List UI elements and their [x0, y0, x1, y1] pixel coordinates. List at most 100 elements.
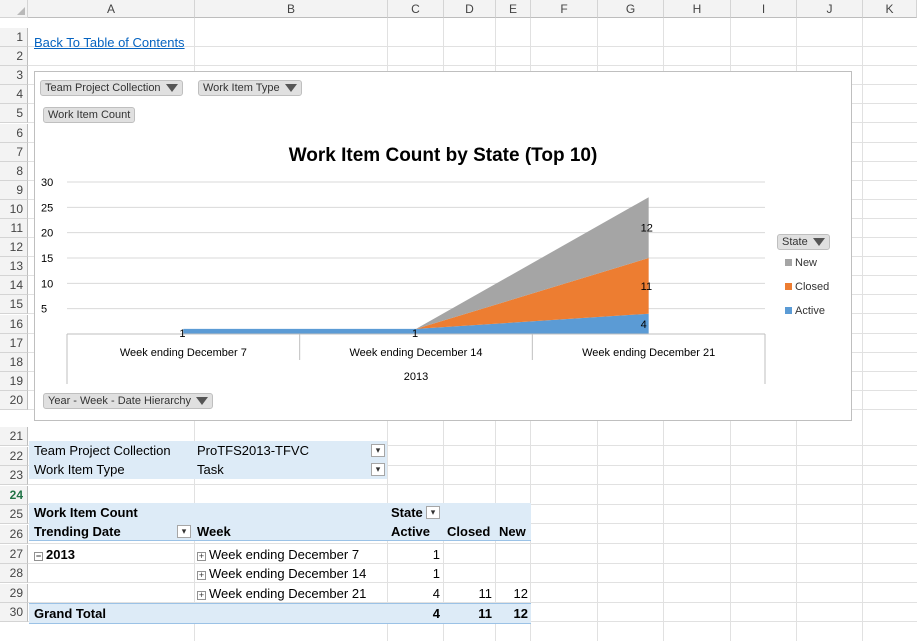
pivot-cell-closed: 11 — [478, 586, 493, 601]
column-header-b[interactable]: B — [195, 0, 388, 18]
row-header-17[interactable]: 17 — [0, 333, 28, 353]
pivot-trending-date-header: Trending Date — [34, 524, 121, 539]
y-tick-label: 10 — [41, 278, 53, 290]
y-tick-label: 15 — [41, 253, 53, 265]
legend-item-closed[interactable]: Closed — [785, 281, 829, 293]
row-header-30[interactable]: 30 — [0, 603, 28, 623]
pivot-week-header: Week — [197, 524, 231, 539]
pivot-year-row[interactable]: −2013 — [34, 545, 75, 564]
row-header-22[interactable]: 22 — [0, 446, 28, 466]
column-header-d[interactable]: D — [444, 0, 496, 18]
row-header-2[interactable]: 2 — [0, 47, 28, 67]
row-header-26[interactable]: 26 — [0, 525, 28, 544]
back-to-toc-link[interactable]: Back To Table of Contents — [34, 33, 185, 52]
row-header-15[interactable]: 15 — [0, 295, 28, 315]
filter-dropdown-work-item-type[interactable]: ▾ — [371, 463, 385, 476]
filter-label-team-project-collection: Team Project Collection — [34, 443, 171, 458]
column-header-g[interactable]: G — [598, 0, 664, 18]
pivot-col-closed: Closed — [447, 524, 491, 539]
pivot-year-label: 2013 — [46, 547, 75, 562]
grand-total-new: 12 — [513, 606, 528, 621]
pivot-chart[interactable]: Team Project Collection Work Item Type W… — [34, 71, 852, 421]
column-header-f[interactable]: F — [531, 0, 598, 18]
pivot-week-label: Week ending December 14 — [209, 566, 367, 581]
pivot-week-label: Week ending December 7 — [209, 547, 360, 562]
filter-value-work-item-type: Task — [197, 462, 224, 477]
row-header-21[interactable]: 21 — [0, 427, 28, 446]
filter-value-team-project-collection: ProTFS2013-TFVC — [197, 443, 309, 458]
row-header-12[interactable]: 12 — [0, 238, 28, 258]
pivot-cell-closed — [444, 564, 492, 583]
chart-plot-area: 30 25 20 15 10 5 Week ending December 7 Week en… — [41, 177, 766, 384]
row-header-5[interactable]: 5 — [0, 104, 28, 124]
column-header-i[interactable]: I — [731, 0, 797, 18]
row-header-24[interactable]: 24 — [0, 485, 28, 505]
y-tick-label: 25 — [41, 202, 53, 214]
column-header-j[interactable]: J — [797, 0, 863, 18]
x-category-label: Week ending December 7 — [120, 347, 247, 359]
row-header-4[interactable]: 4 — [0, 85, 28, 105]
column-header-c[interactable]: C — [388, 0, 444, 18]
x-group-label: 2013 — [404, 371, 428, 383]
expand-icon[interactable]: + — [197, 552, 206, 561]
row-header-9[interactable]: 9 — [0, 180, 28, 200]
row-header-14[interactable]: 14 — [0, 276, 28, 296]
field-button-label: State — [782, 236, 808, 248]
row-header-27[interactable]: 27 — [0, 544, 28, 564]
row-header-8[interactable]: 8 — [0, 161, 28, 181]
legend-label: New — [795, 257, 818, 269]
row-header-20[interactable]: 20 — [0, 390, 28, 410]
filter-dropdown-team-project-collection[interactable]: ▾ — [371, 444, 385, 457]
data-label: 4 — [641, 319, 647, 331]
expand-icon[interactable]: + — [197, 571, 206, 580]
trending-date-filter-button[interactable]: ▾ — [177, 525, 191, 538]
select-all-corner[interactable] — [0, 0, 28, 18]
column-header-k[interactable]: K — [863, 0, 917, 18]
y-tick-label: 5 — [41, 304, 47, 316]
spreadsheet[interactable]: A B C D E F G H I J K 1 2 3 4 5 6 7 8 9 10 11 12 13 1… — [0, 0, 917, 641]
y-tick-label: 30 — [41, 177, 53, 189]
row-header-16[interactable]: 16 — [0, 314, 28, 334]
legend-swatch — [785, 307, 792, 314]
pivot-cell-new: 12 — [513, 586, 528, 601]
row-header-7[interactable]: 7 — [0, 142, 28, 162]
row-header-23[interactable]: 23 — [0, 466, 28, 486]
legend-label: Closed — [795, 281, 830, 293]
pivot-values-header: Work Item Count — [34, 505, 138, 520]
row-header-13[interactable]: 13 — [0, 257, 28, 277]
pivot-cell-closed — [444, 545, 492, 564]
row-header-10[interactable]: 10 — [0, 199, 28, 219]
column-header-a[interactable]: A — [28, 0, 195, 18]
grand-total-label: Grand Total — [34, 606, 106, 621]
collapse-icon[interactable]: − — [34, 552, 43, 561]
table-row[interactable]: + Week ending December 7 — [197, 545, 359, 564]
column-header-h[interactable]: H — [664, 0, 731, 18]
x-category-label: Week ending December 14 — [349, 347, 482, 359]
table-row[interactable]: + Week ending December 14 — [197, 564, 366, 583]
legend-item-new[interactable]: New — [785, 257, 817, 269]
legend-swatch — [785, 283, 792, 290]
row-header-18[interactable]: 18 — [0, 352, 28, 372]
column-header-e[interactable]: E — [496, 0, 531, 18]
expand-icon[interactable]: + — [197, 591, 206, 600]
row-header-6[interactable]: 6 — [0, 123, 28, 143]
table-row[interactable]: + Week ending December 21 — [197, 584, 366, 603]
pivot-cell-new — [496, 564, 528, 583]
legend-item-active[interactable]: Active — [785, 305, 825, 317]
row-header-19[interactable]: 19 — [0, 371, 28, 391]
data-label: 1 — [412, 328, 418, 340]
row-header-29[interactable]: 29 — [0, 583, 28, 603]
row-header-25[interactable]: 25 — [0, 505, 28, 525]
y-tick-label: 20 — [41, 228, 53, 240]
pivot-cell-new — [496, 545, 528, 564]
data-label: 1 — [179, 328, 185, 340]
pivot-cell-active: 1 — [432, 566, 440, 581]
state-filter-button[interactable]: ▾ — [426, 506, 440, 519]
row-header-3[interactable]: 3 — [0, 66, 28, 86]
row-header-11[interactable]: 11 — [0, 219, 28, 238]
filter-label-work-item-type: Work Item Type — [34, 462, 125, 477]
state-legend-field-button[interactable]: State — [777, 234, 830, 250]
row-header-1[interactable]: 1 — [0, 28, 28, 47]
x-category-label: Week ending December 21 — [582, 347, 715, 359]
row-header-28[interactable]: 28 — [0, 564, 28, 584]
